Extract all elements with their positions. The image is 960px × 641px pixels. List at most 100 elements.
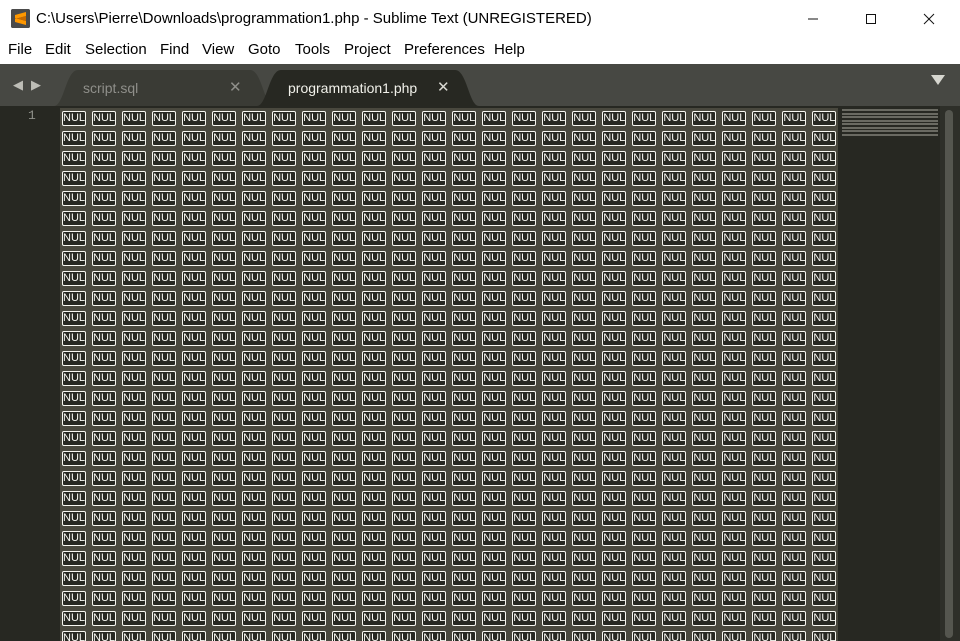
- nul-char: NUL: [422, 170, 447, 186]
- nul-char: NUL: [602, 570, 627, 586]
- nul-char: NUL: [482, 610, 507, 626]
- nul-char: NUL: [752, 330, 777, 346]
- nul-char: NUL: [752, 390, 777, 406]
- nul-char: NUL: [602, 590, 627, 606]
- nul-char: NUL: [662, 250, 687, 266]
- nul-char: NUL: [122, 510, 147, 526]
- nul-char: NUL: [632, 510, 657, 526]
- nul-char: NUL: [242, 270, 267, 286]
- scrollbar[interactable]: [940, 106, 960, 641]
- nul-char: NUL: [332, 630, 357, 641]
- menu-file[interactable]: File: [8, 41, 32, 58]
- close-button[interactable]: [900, 0, 958, 38]
- nul-char: NUL: [812, 330, 837, 346]
- text-line: NUL NUL NUL NUL NUL NUL NUL NUL NUL NUL NUL NUL NUL N…: [60, 628, 838, 641]
- menu-project[interactable]: Project: [344, 41, 391, 58]
- nul-char: NUL: [542, 250, 567, 266]
- nul-char: NUL: [302, 110, 327, 126]
- nul-char: NUL: [782, 410, 807, 426]
- nul-char: NUL: [392, 450, 417, 466]
- menu-goto[interactable]: Goto: [248, 41, 281, 58]
- nul-char: NUL: [182, 590, 207, 606]
- nul-char: NUL: [452, 310, 477, 326]
- nul-char: NUL: [182, 210, 207, 226]
- menu-view[interactable]: View: [202, 41, 234, 58]
- nul-char: NUL: [662, 510, 687, 526]
- minimize-button[interactable]: [784, 0, 842, 38]
- nul-char: NUL: [722, 450, 747, 466]
- nul-char: NUL: [302, 610, 327, 626]
- text-content[interactable]: NUL NUL NUL NUL NUL NUL NUL NUL NUL NUL NUL NUL NUL N…: [60, 108, 838, 641]
- nul-char: NUL: [362, 410, 387, 426]
- menu-preferences[interactable]: Preferences: [404, 41, 485, 58]
- nul-char: NUL: [782, 470, 807, 486]
- nul-char: NUL: [482, 150, 507, 166]
- minimap-line: [842, 126, 938, 129]
- nul-char: NUL: [422, 210, 447, 226]
- nul-char: NUL: [812, 390, 837, 406]
- nul-char: NUL: [122, 310, 147, 326]
- nul-char: NUL: [452, 330, 477, 346]
- nul-char: NUL: [392, 350, 417, 366]
- nul-char: NUL: [392, 150, 417, 166]
- menu-selection[interactable]: Selection: [85, 41, 147, 58]
- tab-script-sql[interactable]: script.sql ✕: [54, 70, 274, 106]
- nul-char: NUL: [212, 510, 237, 526]
- nul-char: NUL: [392, 110, 417, 126]
- nul-char: NUL: [332, 210, 357, 226]
- nul-char: NUL: [722, 310, 747, 326]
- nul-char: NUL: [752, 530, 777, 546]
- scrollbar-thumb[interactable]: [945, 110, 953, 638]
- minimap[interactable]: [840, 106, 938, 136]
- nul-char: NUL: [242, 250, 267, 266]
- window-title: C:\Users\Pierre\Downloads\programmation1…: [36, 10, 592, 27]
- nul-char: NUL: [302, 130, 327, 146]
- nul-char: NUL: [62, 630, 87, 641]
- tab-dropdown-icon[interactable]: [931, 75, 945, 85]
- nul-char: NUL: [362, 430, 387, 446]
- nul-char: NUL: [92, 570, 117, 586]
- nul-char: NUL: [812, 430, 837, 446]
- nul-char: NUL: [182, 450, 207, 466]
- nul-char: NUL: [752, 150, 777, 166]
- nul-char: NUL: [362, 610, 387, 626]
- nul-char: NUL: [92, 290, 117, 306]
- nul-char: NUL: [512, 370, 537, 386]
- nul-char: NUL: [392, 270, 417, 286]
- nul-char: NUL: [332, 470, 357, 486]
- menu-edit[interactable]: Edit: [45, 41, 71, 58]
- nul-char: NUL: [512, 410, 537, 426]
- nul-char: NUL: [512, 510, 537, 526]
- nul-char: NUL: [92, 530, 117, 546]
- nul-char: NUL: [272, 330, 297, 346]
- nul-char: NUL: [392, 430, 417, 446]
- tab-programmation1-php[interactable]: programmation1.php ✕: [257, 70, 479, 106]
- editor-area[interactable]: 1 NUL NUL NUL NUL NUL NUL NUL NUL NUL NUL NUL NUL NU…: [0, 106, 960, 641]
- nul-char: NUL: [632, 190, 657, 206]
- menu-help[interactable]: Help: [494, 41, 525, 58]
- close-tab-icon[interactable]: ✕: [437, 78, 450, 96]
- nul-char: NUL: [92, 170, 117, 186]
- nul-char: NUL: [542, 450, 567, 466]
- nul-char: NUL: [602, 510, 627, 526]
- nul-char: NUL: [392, 190, 417, 206]
- nul-char: NUL: [482, 530, 507, 546]
- nul-char: NUL: [302, 150, 327, 166]
- nul-char: NUL: [452, 270, 477, 286]
- text-line: NUL NUL NUL NUL NUL NUL NUL NUL NUL NUL NUL NUL NUL N…: [60, 148, 838, 168]
- close-tab-icon[interactable]: ✕: [229, 78, 242, 96]
- nul-char: NUL: [662, 370, 687, 386]
- nul-char: NUL: [362, 530, 387, 546]
- text-line: NUL NUL NUL NUL NUL NUL NUL NUL NUL NUL NUL NUL NUL N…: [60, 408, 838, 428]
- minimap-line: [842, 123, 938, 125]
- menu-find[interactable]: Find: [160, 41, 189, 58]
- menu-tools[interactable]: Tools: [295, 41, 330, 58]
- nul-char: NUL: [62, 150, 87, 166]
- nul-char: NUL: [512, 290, 537, 306]
- nul-char: NUL: [692, 610, 717, 626]
- nul-char: NUL: [692, 550, 717, 566]
- back-arrow-icon[interactable]: ◀: [13, 77, 23, 93]
- forward-arrow-icon[interactable]: ▶: [31, 77, 41, 93]
- nul-char: NUL: [92, 210, 117, 226]
- maximize-button[interactable]: [842, 0, 900, 38]
